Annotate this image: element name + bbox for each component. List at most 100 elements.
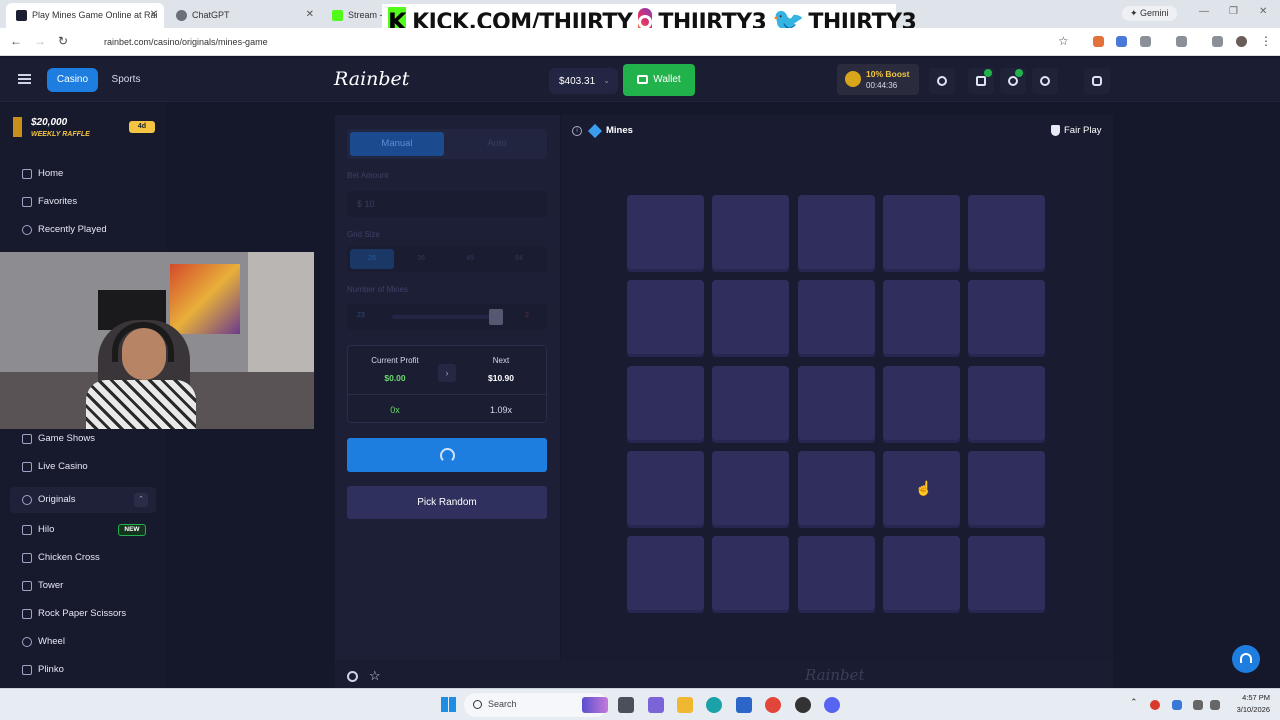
slider-handle[interactable] <box>489 309 503 325</box>
mine-tile[interactable] <box>968 450 1046 528</box>
back-icon[interactable]: ← <box>10 34 22 48</box>
mine-tile[interactable] <box>712 195 790 272</box>
maximize-icon[interactable]: ❐ <box>1229 6 1238 17</box>
close-window-icon[interactable]: ✕ <box>1259 6 1267 17</box>
fair-play-button[interactable]: Fair Play <box>1064 125 1101 136</box>
sidebar-panel-icon[interactable] <box>1176 36 1187 47</box>
mine-tile[interactable] <box>968 195 1046 272</box>
chrome-icon[interactable] <box>765 697 781 713</box>
grid-size-49-button[interactable]: 49 <box>448 249 492 269</box>
discord-icon[interactable] <box>824 697 840 713</box>
mine-tile[interactable] <box>797 365 875 443</box>
extensions-puzzle-icon[interactable] <box>1140 36 1151 47</box>
mine-tile[interactable] <box>712 536 790 614</box>
search-button[interactable] <box>929 68 955 94</box>
mine-tile[interactable] <box>712 365 790 443</box>
chevron-up-icon[interactable]: ⌃ <box>134 493 148 507</box>
sidebar-item-game-shows[interactable]: Game Shows <box>10 426 156 452</box>
profile-button[interactable] <box>1032 68 1058 94</box>
manual-tab[interactable]: Manual <box>350 132 444 156</box>
mine-tile[interactable] <box>797 280 875 358</box>
mine-tile[interactable] <box>627 280 704 358</box>
profile-avatar-icon[interactable] <box>1236 36 1247 47</box>
clock-time[interactable]: 4:57 PM <box>1226 693 1270 702</box>
sidebar-item-plinko[interactable]: Plinko <box>10 657 156 683</box>
extension-icon[interactable] <box>1116 36 1127 47</box>
sidebar-item-recently-played[interactable]: Recently Played <box>10 217 156 243</box>
browser-tab-rainbet[interactable]: Play Mines Game Online at Rai ✕ <box>6 3 164 28</box>
mine-tile[interactable] <box>797 450 875 528</box>
mine-tile[interactable] <box>882 280 960 358</box>
mine-tile[interactable] <box>797 536 875 614</box>
wallet-button[interactable]: Wallet <box>623 64 695 96</box>
url-field[interactable]: rainbet.com/casino/originals/mines-game <box>86 32 1076 52</box>
minimize-icon[interactable]: — <box>1199 6 1209 17</box>
grid-size-25-button[interactable]: 25 <box>350 249 394 269</box>
rainbet-logo[interactable]: Rainbet <box>334 68 409 90</box>
mine-tile[interactable] <box>968 280 1046 358</box>
favorite-star-icon[interactable]: ☆ <box>369 668 381 684</box>
bet-amount-input[interactable]: $ 10 <box>347 191 547 217</box>
browser-menu-icon[interactable]: ⋮ <box>1260 34 1272 48</box>
reload-icon[interactable]: ↻ <box>58 34 68 48</box>
extension-icon[interactable] <box>1093 36 1104 47</box>
mines-slider[interactable]: 23 2 <box>347 304 547 330</box>
mine-tile[interactable] <box>797 195 875 272</box>
tray-chevron-up-icon[interactable]: ⌃ <box>1130 697 1138 713</box>
forward-icon[interactable]: → <box>34 34 46 48</box>
mine-tile[interactable] <box>627 195 704 272</box>
sidebar-item-wheel[interactable]: Wheel <box>10 629 156 655</box>
chat-button[interactable] <box>1084 68 1110 94</box>
mine-tile[interactable] <box>882 536 960 614</box>
gemini-button[interactable]: ✦ Gemini <box>1122 6 1177 21</box>
store-icon[interactable] <box>736 697 752 713</box>
task-view-icon[interactable] <box>618 697 634 713</box>
mine-tile[interactable] <box>882 365 960 443</box>
sidebar-item-rock-paper-scissors[interactable]: Rock Paper Scissors <box>10 601 156 627</box>
close-tab-icon[interactable]: ✕ <box>150 9 158 20</box>
sidebar-item-live-casino[interactable]: Live Casino <box>10 454 156 480</box>
grid-size-64-button[interactable]: 64 <box>497 249 541 269</box>
clock-date[interactable]: 3/10/2026 <box>1226 705 1270 714</box>
windows-start-icon[interactable] <box>441 697 456 712</box>
support-button[interactable] <box>1232 645 1260 673</box>
mine-tile[interactable] <box>627 450 704 528</box>
network-icon[interactable] <box>1193 700 1203 710</box>
downloads-icon[interactable] <box>1212 36 1223 47</box>
sidebar-item-chicken-cross[interactable]: Chicken Cross <box>10 545 156 571</box>
close-tab-icon[interactable]: ✕ <box>306 9 314 20</box>
bet-button[interactable] <box>347 438 547 472</box>
mine-tile[interactable] <box>627 536 704 614</box>
menu-hamburger-icon[interactable] <box>18 74 31 84</box>
tray-app-icon[interactable] <box>1172 700 1182 710</box>
pick-random-button[interactable]: Pick Random <box>347 486 547 519</box>
browser-tab-stream[interactable]: Stream - <box>322 3 382 28</box>
mine-tile[interactable] <box>882 195 960 272</box>
boost-timer-button[interactable]: 10% Boost 00:44:36 <box>837 64 919 95</box>
widgets-icon[interactable] <box>582 697 608 713</box>
balance-dropdown[interactable]: $403.31 ⌄ <box>549 68 618 94</box>
browser-tab-chatgpt[interactable]: ChatGPT ✕ <box>166 3 320 28</box>
settings-gear-icon[interactable] <box>347 671 358 682</box>
sports-tab-button[interactable]: Sports <box>104 68 148 92</box>
mine-tile[interactable] <box>712 280 790 358</box>
mine-tile[interactable] <box>627 365 704 443</box>
slider-track[interactable] <box>392 315 502 319</box>
auto-tab[interactable]: Auto <box>450 132 544 156</box>
grid-size-36-button[interactable]: 36 <box>399 249 443 269</box>
volume-icon[interactable] <box>1210 700 1220 710</box>
mine-tile[interactable] <box>712 450 790 528</box>
weekly-raffle-banner[interactable]: $20,000 WEEKLY RAFFLE 4d <box>8 113 158 149</box>
mine-tile[interactable] <box>968 365 1046 443</box>
sidebar-item-favorites[interactable]: Favorites <box>10 189 156 215</box>
obs-icon[interactable] <box>795 697 811 713</box>
file-explorer-icon[interactable] <box>677 697 693 713</box>
sidebar-item-tower[interactable]: Tower <box>10 573 156 599</box>
mine-tile[interactable] <box>968 536 1046 614</box>
edge-icon[interactable] <box>706 697 722 713</box>
info-icon[interactable]: i <box>572 126 582 136</box>
sidebar-item-hilo[interactable]: Hilo NEW <box>10 517 156 543</box>
bookmark-star-icon[interactable]: ☆ <box>1058 34 1069 48</box>
sidebar-item-home[interactable]: Home <box>10 161 156 187</box>
casino-tab-button[interactable]: Casino <box>47 68 98 92</box>
